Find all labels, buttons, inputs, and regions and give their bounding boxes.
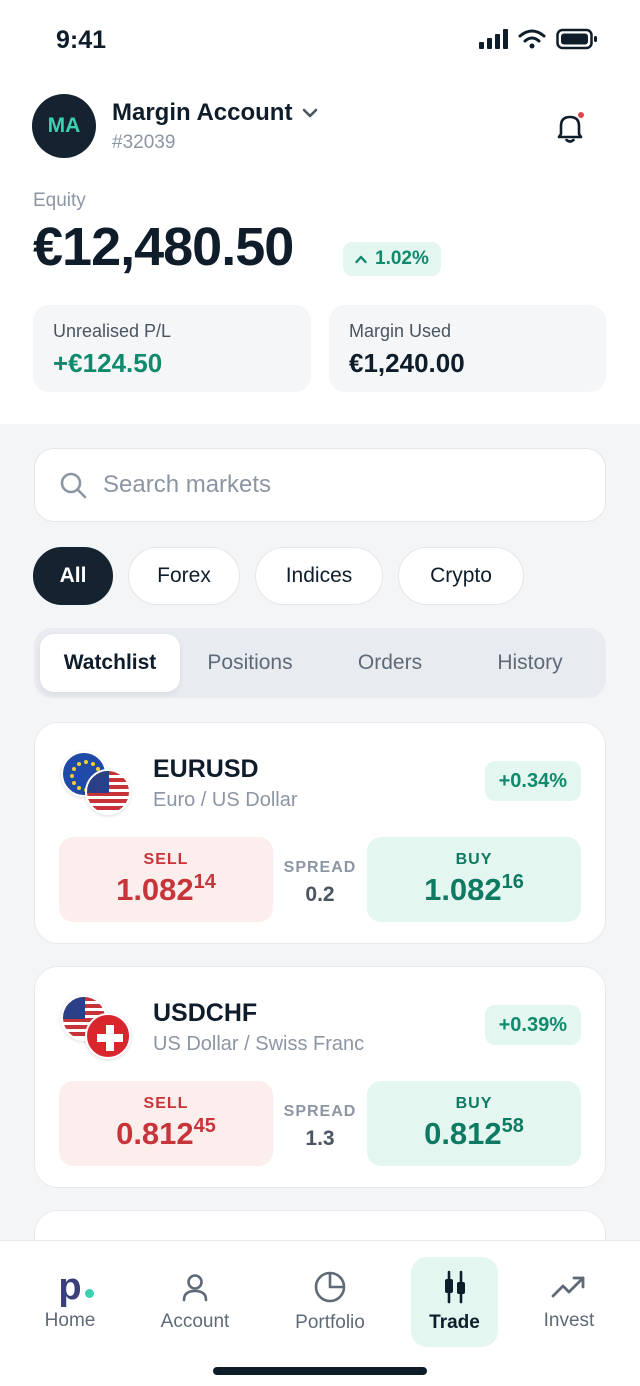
tab-positions[interactable]: Positions bbox=[180, 634, 320, 692]
chip-all[interactable]: All bbox=[33, 547, 113, 605]
account-summary: 9:41 MA Margin Account #32039 Equity €12… bbox=[0, 0, 640, 424]
buy-label: BUY bbox=[455, 1095, 493, 1112]
spread-label: SPREAD bbox=[283, 1103, 357, 1120]
sell-button[interactable]: SELL 1.08214 bbox=[59, 837, 273, 922]
pair-name: Euro / US Dollar bbox=[153, 789, 298, 811]
home-indicator bbox=[213, 1367, 427, 1375]
market-card-eurusd[interactable]: EURUSD Euro / US Dollar +0.34% SELL 1.08… bbox=[34, 722, 606, 944]
search-bar[interactable] bbox=[34, 448, 606, 522]
chip-forex[interactable]: Forex bbox=[128, 547, 240, 605]
sell-label: SELL bbox=[143, 1095, 189, 1112]
pair-flags bbox=[61, 751, 133, 815]
pair-flags bbox=[61, 995, 133, 1059]
spread-info: SPREAD 1.3 bbox=[279, 1103, 361, 1151]
trending-up-icon bbox=[551, 1276, 585, 1298]
chevron-down-icon bbox=[303, 108, 318, 118]
buy-button[interactable]: BUY 1.08216 bbox=[367, 837, 581, 922]
status-time: 9:41 bbox=[56, 26, 107, 54]
segmented-tabs: Watchlist Positions Orders History bbox=[34, 628, 606, 698]
chip-crypto[interactable]: Crypto bbox=[398, 547, 524, 605]
margin-used-value: €1,240.00 bbox=[349, 348, 465, 378]
unrealised-pl-card: Unrealised P/L +€124.50 bbox=[33, 305, 311, 392]
sell-label: SELL bbox=[143, 851, 189, 868]
tab-history[interactable]: History bbox=[460, 634, 600, 692]
pie-chart-icon bbox=[314, 1271, 346, 1303]
status-bar: 9:41 bbox=[0, 0, 640, 80]
spread-info: SPREAD 0.2 bbox=[279, 859, 361, 907]
tab-watchlist[interactable]: Watchlist bbox=[40, 634, 180, 692]
search-input[interactable] bbox=[103, 471, 563, 499]
margin-used-card: Margin Used €1,240.00 bbox=[329, 305, 606, 392]
unrealised-pl-value: +€124.50 bbox=[53, 348, 163, 378]
avatar[interactable]: MA bbox=[32, 94, 96, 158]
user-icon bbox=[182, 1274, 208, 1302]
pair-name: US Dollar / Swiss Franc bbox=[153, 1033, 365, 1055]
equity-change-value: 1.02% bbox=[375, 248, 429, 269]
buy-price: 1.08216 bbox=[424, 871, 524, 907]
nav-home-label: Home bbox=[44, 1310, 96, 1331]
sell-price: 0.81245 bbox=[116, 1115, 216, 1151]
nav-account-label: Account bbox=[160, 1311, 230, 1332]
search-icon bbox=[60, 472, 87, 499]
market-card-usdchf[interactable]: USDCHF US Dollar / Swiss Franc +0.39% SE… bbox=[34, 966, 606, 1188]
nav-invest-label: Invest bbox=[543, 1310, 595, 1331]
pair-symbol: USDCHF bbox=[153, 999, 258, 1027]
margin-used-label: Margin Used bbox=[349, 321, 452, 341]
bottom-nav: p Home Account Portfolio Trade Invest bbox=[0, 1240, 640, 1386]
bell-icon[interactable] bbox=[550, 108, 590, 148]
battery-icon bbox=[556, 28, 597, 50]
equity-label: Equity bbox=[33, 190, 86, 211]
candlestick-icon bbox=[444, 1270, 465, 1304]
account-number: #32039 bbox=[112, 132, 176, 153]
buy-price: 0.81258 bbox=[424, 1115, 524, 1151]
account-header: MA Margin Account #32039 bbox=[32, 94, 608, 158]
buy-button[interactable]: BUY 0.81258 bbox=[367, 1081, 581, 1166]
nav-portfolio-label: Portfolio bbox=[295, 1312, 365, 1333]
chevron-up-icon bbox=[355, 255, 367, 264]
status-icons bbox=[479, 28, 598, 50]
pair-symbol: EURUSD bbox=[153, 755, 259, 783]
spread-label: SPREAD bbox=[283, 859, 357, 876]
account-name: Margin Account bbox=[112, 99, 293, 126]
sell-button[interactable]: SELL 0.81245 bbox=[59, 1081, 273, 1166]
signal-icon bbox=[479, 29, 508, 49]
unrealised-pl-label: Unrealised P/L bbox=[53, 321, 172, 341]
tab-orders[interactable]: Orders bbox=[320, 634, 460, 692]
home-logo-icon: p bbox=[58, 1268, 94, 1306]
nav-account[interactable]: Account bbox=[145, 1257, 245, 1347]
buy-label: BUY bbox=[455, 851, 493, 868]
equity-value: €12,480.50 bbox=[33, 217, 294, 277]
nav-home[interactable]: p Home bbox=[20, 1257, 120, 1347]
pair-change-badge: +0.34% bbox=[484, 761, 581, 801]
sell-price: 1.08214 bbox=[116, 871, 216, 907]
us-flag-icon bbox=[85, 769, 131, 815]
equity-change-badge: 1.02% bbox=[343, 242, 441, 276]
wifi-icon bbox=[518, 29, 546, 49]
swiss-flag-icon bbox=[85, 1013, 131, 1059]
chip-indices[interactable]: Indices bbox=[255, 547, 383, 605]
spread-value: 1.3 bbox=[305, 1127, 335, 1150]
pair-change-badge: +0.39% bbox=[484, 1005, 581, 1045]
spread-value: 0.2 bbox=[305, 883, 335, 906]
nav-invest[interactable]: Invest bbox=[520, 1257, 618, 1347]
account-switcher[interactable]: Margin Account bbox=[112, 99, 318, 127]
nav-trade-label: Trade bbox=[429, 1312, 480, 1333]
market-filter-chips: All Forex Indices Crypto bbox=[33, 547, 524, 605]
nav-portfolio[interactable]: Portfolio bbox=[280, 1257, 380, 1347]
nav-trade[interactable]: Trade bbox=[411, 1257, 498, 1347]
